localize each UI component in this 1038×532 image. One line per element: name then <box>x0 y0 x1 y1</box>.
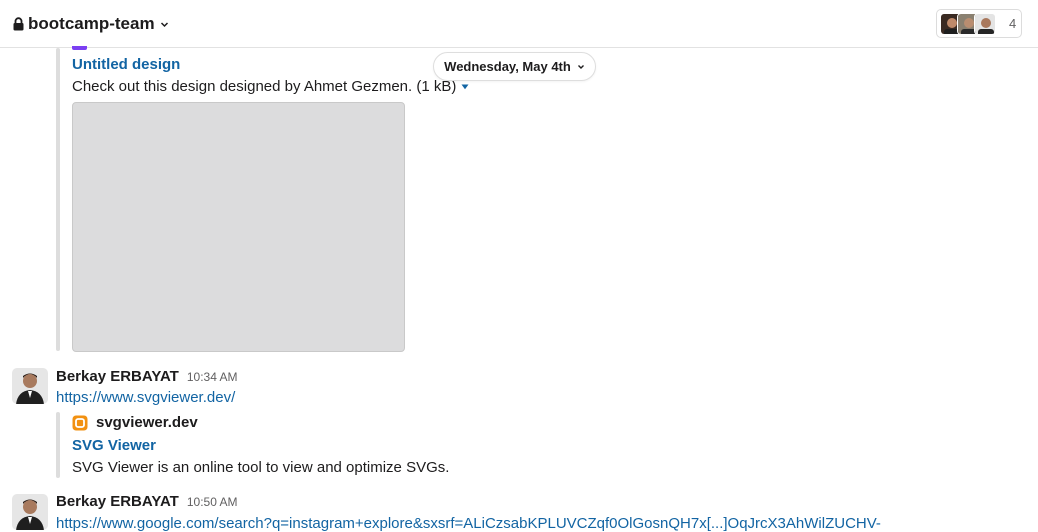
unfurl-description: SVG Viewer is an online tool to view and… <box>72 459 450 476</box>
attachment-description-text: Check out this design designed by Ahmet … <box>72 78 457 95</box>
members-button[interactable]: 4 <box>936 9 1022 38</box>
member-avatar <box>974 12 996 35</box>
message-timestamp[interactable]: 10:34 AM <box>187 370 238 384</box>
chevron-down-icon <box>160 21 168 27</box>
message-link[interactable]: https://www.google.com/search?q=instagra… <box>56 515 881 532</box>
channel-header: bootcamp-team 4 <box>0 0 1038 48</box>
channel-name-button[interactable]: bootcamp-team <box>13 13 169 35</box>
unfurl-site-name: svgviewer.dev <box>96 414 198 431</box>
svgviewer-icon <box>72 415 88 430</box>
canva-icon <box>72 46 87 50</box>
attachment-description: Check out this design designed by Ahmet … <box>72 78 469 95</box>
message-timestamp[interactable]: 10:50 AM <box>187 495 238 509</box>
message-author[interactable]: Berkay ERBAYAT <box>56 493 179 510</box>
unfurl-title-link[interactable]: SVG Viewer <box>72 437 156 454</box>
date-divider-label: Wednesday, May 4th <box>444 59 571 74</box>
lock-icon <box>13 17 24 31</box>
message-header: Berkay ERBAYAT 10:34 AM <box>56 368 238 385</box>
attachment-bar <box>56 48 60 351</box>
unfurl-site: svgviewer.dev <box>72 414 198 431</box>
member-count: 4 <box>1009 16 1017 31</box>
attachment-preview-image[interactable] <box>72 102 405 352</box>
date-divider-button[interactable]: Wednesday, May 4th <box>433 52 596 81</box>
channel-name-label: bootcamp-team <box>28 14 155 33</box>
user-avatar[interactable] <box>12 368 48 404</box>
message-link[interactable]: https://www.svgviewer.dev/ <box>56 389 235 406</box>
user-avatar[interactable] <box>12 494 48 530</box>
unfurl-bar <box>56 412 60 478</box>
message-author[interactable]: Berkay ERBAYAT <box>56 368 179 385</box>
message-header: Berkay ERBAYAT 10:50 AM <box>56 493 238 510</box>
caret-down-icon[interactable] <box>461 84 469 90</box>
chevron-down-icon <box>577 64 584 69</box>
attachment-title-link[interactable]: Untitled design <box>72 56 180 73</box>
